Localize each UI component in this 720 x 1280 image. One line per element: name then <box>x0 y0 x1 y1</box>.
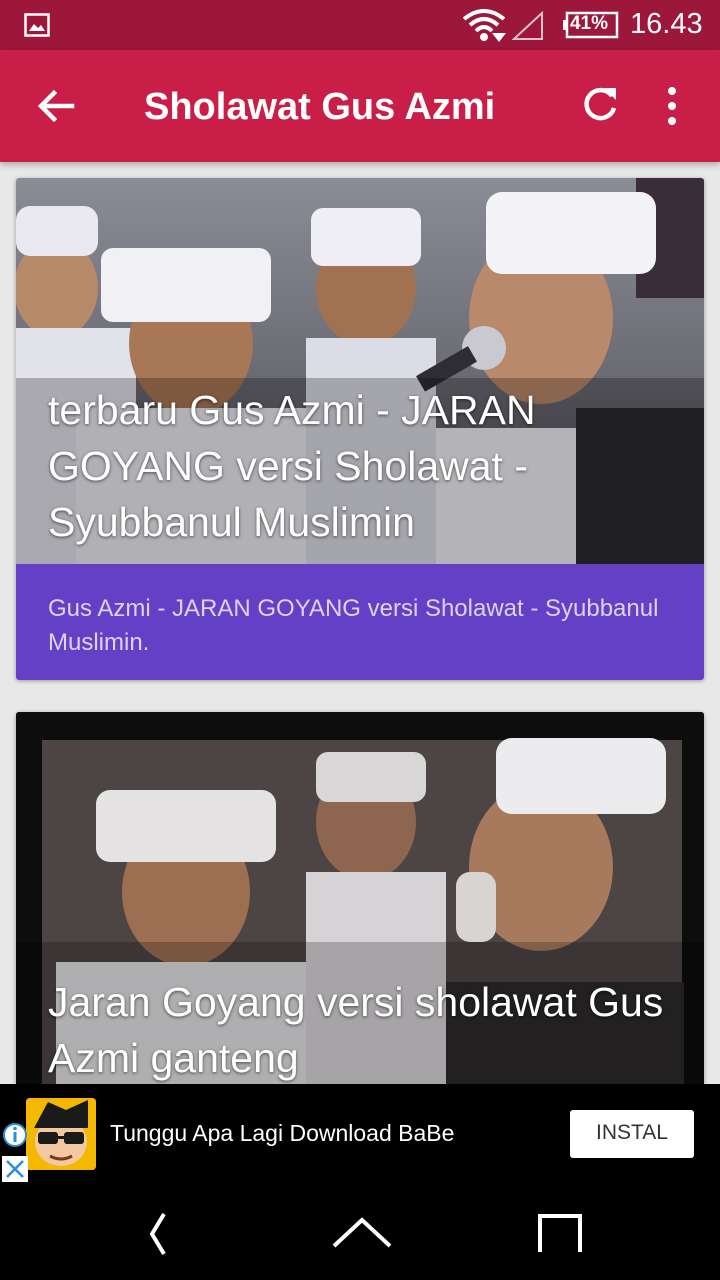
video-title: terbaru Gus Azmi - JARAN GOYANG versi Sh… <box>48 387 536 545</box>
back-arrow-icon[interactable] <box>26 76 86 136</box>
navigation-bar <box>0 1184 720 1280</box>
app-screen: 41% 16.43 Sholawat Gus Azmi terbaru Gus … <box>0 0 720 1280</box>
ad-app-logo <box>26 1098 96 1170</box>
ad-text: Tunggu Apa Lagi Download BaBe <box>110 1120 455 1146</box>
nav-home-icon[interactable] <box>328 1204 396 1260</box>
signal-icon <box>512 11 543 40</box>
video-card[interactable]: terbaru Gus Azmi - JARAN GOYANG versi Sh… <box>16 178 704 680</box>
ad-close-icon[interactable] <box>2 1156 28 1182</box>
video-thumbnail[interactable]: Jaran Goyang versi sholawat Gus Azmi gan… <box>16 712 704 1084</box>
refresh-icon[interactable] <box>576 82 624 130</box>
status-bar: 41% 16.43 <box>0 0 720 50</box>
video-description: Gus Azmi - JARAN GOYANG versi Sholawat -… <box>16 564 704 680</box>
page-title: Sholawat Gus Azmi <box>144 86 496 128</box>
wifi-icon <box>462 9 506 42</box>
battery-percentage: 41% <box>569 13 609 34</box>
app-bar: Sholawat Gus Azmi <box>0 50 720 162</box>
install-button[interactable]: INSTAL <box>570 1110 694 1158</box>
video-card[interactable]: Jaran Goyang versi sholawat Gus Azmi gan… <box>16 712 704 1084</box>
nav-recents-icon[interactable] <box>532 1208 588 1260</box>
video-title: Jaran Goyang versi sholawat Gus Azmi gan… <box>48 979 664 1081</box>
image-notification-icon <box>24 13 50 37</box>
video-feed[interactable]: terbaru Gus Azmi - JARAN GOYANG versi Sh… <box>0 162 720 1084</box>
status-clock: 16.43 <box>630 8 703 40</box>
more-options-icon[interactable] <box>650 82 694 130</box>
ad-banner[interactable]: Tunggu Apa Lagi Download BaBe INSTAL <box>0 1084 720 1184</box>
ad-info-icon[interactable] <box>2 1122 28 1148</box>
video-thumbnail[interactable]: terbaru Gus Azmi - JARAN GOYANG versi Sh… <box>16 178 704 564</box>
nav-back-icon[interactable] <box>130 1208 186 1260</box>
